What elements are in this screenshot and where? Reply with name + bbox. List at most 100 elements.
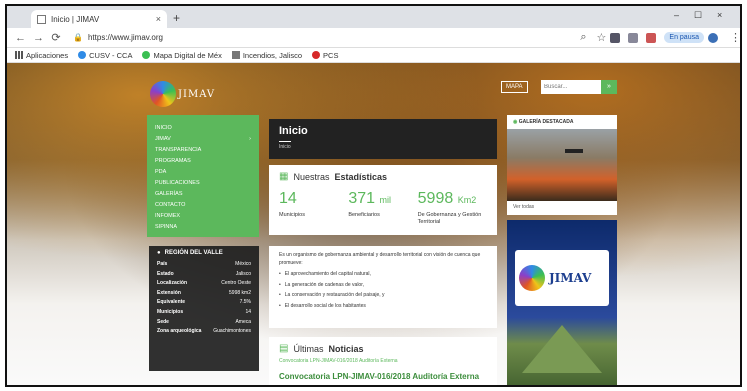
new-tab-button[interactable]: + (173, 11, 180, 25)
site-icon (142, 51, 151, 59)
maximize-icon[interactable]: ☐ (694, 10, 702, 21)
jimav-poster[interactable]: JIMAV (507, 220, 617, 385)
chevron-right-icon: › (249, 136, 251, 142)
browser-menu-icon[interactable]: ⋮ (730, 31, 740, 44)
region-key: Municipios (157, 308, 184, 315)
region-row: País México (157, 260, 251, 270)
logo-icon (519, 265, 545, 291)
region-value: Jalisco (235, 270, 251, 277)
bookmark-incendios[interactable]: Incendios, Jalisco (231, 51, 302, 60)
bookmarks-bar: Aplicaciones CUSV - CCA Mapa Digital de … (7, 48, 740, 63)
menu-item-inicio[interactable]: Inicio (147, 123, 259, 134)
page-icon (37, 14, 46, 24)
stat-value: 371 (348, 190, 376, 207)
browser-window: Inicio | JIMAV × + – ☐ × ← → ⟳ 🔒 https:/… (5, 4, 742, 387)
close-tab-icon[interactable]: × (156, 14, 161, 24)
zoom-icon[interactable]: ⌕ (578, 31, 588, 44)
region-key: Sede (157, 318, 169, 325)
main-menu: Inicio JIMAV › Transparencia Programas PD… (147, 115, 259, 237)
news-image-placeholder[interactable]: Convocatoria LPN-JIMAV-016/2018 Auditorí… (279, 358, 487, 364)
page-header: Inicio Inicio (269, 119, 497, 159)
region-row: Equivalente 7.5% (157, 298, 251, 308)
region-row: Municipios 14 (157, 308, 251, 318)
news-icon: ▤ (279, 343, 289, 354)
about-intro: Es un organismo de gobernanza ambiental … (279, 252, 481, 266)
menu-label: SIPINNA (155, 224, 178, 230)
region-key: Extensión (157, 289, 181, 296)
gallery-link[interactable]: Ver todas (507, 201, 617, 213)
bookmark-pcs[interactable]: PCS (312, 51, 338, 60)
back-icon[interactable]: ← (15, 32, 26, 44)
gallery-title: ◉ GALERÍA DESTACADA (507, 115, 617, 129)
bookmark-cusv[interactable]: CUSV - CCA (78, 51, 132, 60)
browser-tab[interactable]: Inicio | JIMAV × (31, 10, 167, 28)
menu-label: JIMAV (155, 136, 171, 142)
menu-item-pda[interactable]: PDA (147, 167, 259, 178)
close-window-icon[interactable]: × (717, 10, 722, 20)
helicopter-shape (565, 149, 583, 153)
news-title-prefix: Últimas (293, 343, 324, 354)
menu-item-sipinna[interactable]: SIPINNA (147, 222, 259, 233)
region-value: Ameca (235, 318, 251, 325)
menu-item-transparencia[interactable]: Transparencia (147, 145, 259, 156)
region-key: Zona arqueológica (157, 328, 202, 335)
lock-icon: 🔒 (73, 33, 83, 42)
stat-label: Beneficiarios (348, 212, 380, 218)
page-title: Inicio (279, 125, 308, 137)
menu-item-infomex[interactable]: Infomex (147, 211, 259, 222)
bookmark-star-icon[interactable]: ☆ (596, 31, 606, 44)
region-row: Extensión 5998 km2 (157, 289, 251, 299)
menu-item-galerias[interactable]: Galerías (147, 189, 259, 200)
menu-label: Publicaciones (155, 180, 200, 186)
reload-icon[interactable]: ⟳ (51, 31, 61, 44)
camera-icon: ◉ (513, 119, 518, 125)
stat-beneficiarios: 371 mil Beneficiarios (348, 190, 417, 226)
news-title: ▤ Últimas Noticias (279, 343, 487, 354)
region-row: Zona arqueológica Guachimontones (157, 327, 251, 337)
region-value: México (235, 261, 251, 267)
tab-strip: Inicio | JIMAV × + – ☐ × (7, 6, 740, 28)
url-field[interactable]: 🔒 https://www.jimav.org (73, 33, 570, 42)
menu-item-publicaciones[interactable]: Publicaciones (147, 178, 259, 189)
region-row: Estado Jalisco (157, 270, 251, 280)
menu-item-programas[interactable]: Programas (147, 156, 259, 167)
menu-item-contacto[interactable]: Contacto (147, 200, 259, 211)
region-title: ● REGIÓN DEL VALLE (157, 250, 251, 256)
minimize-icon[interactable]: – (674, 10, 679, 20)
bookmark-apps[interactable]: Aplicaciones (15, 51, 68, 60)
breadcrumb[interactable]: Inicio (279, 144, 487, 150)
menu-item-jimav[interactable]: JIMAV › (147, 134, 259, 145)
region-value: 5998 km2 (229, 289, 251, 296)
site-logo[interactable]: JIMAV (150, 81, 215, 107)
logo-text: JIMAV (178, 88, 216, 100)
web-page: JIMAV MAPA » Inicio JIMAV › Transparencia… (7, 63, 740, 385)
url-text: https://www.jimav.org (87, 33, 163, 42)
menu-label: Programas (155, 158, 191, 164)
profile-avatar[interactable] (708, 32, 718, 43)
stat-municipios: 14 Municipios (279, 190, 348, 226)
list-item: La generación de cadenas de valor, (279, 282, 487, 290)
extension-icon[interactable] (628, 32, 639, 43)
search-button[interactable]: » (601, 80, 617, 94)
bookmark-label: PCS (323, 50, 339, 60)
menu-label: PDA (155, 169, 167, 175)
gallery-title-text: GALERÍA DESTACADA (518, 119, 574, 125)
extension-icon[interactable] (646, 32, 657, 43)
extension-icon[interactable] (610, 32, 621, 43)
news-link[interactable]: Convocatoria LPN-JIMAV-016/2018 Auditorí… (279, 372, 487, 381)
location-pin-icon: ● (157, 250, 161, 256)
region-row: Sede Ameca (157, 318, 251, 328)
list-item: El aprovechamiento del capital natural, (279, 271, 487, 279)
sync-paused-badge[interactable]: En pausa (664, 32, 704, 43)
logo-icon (150, 81, 176, 107)
search-input[interactable] (541, 80, 601, 94)
bookmark-mapa[interactable]: Mapa Digital de Méx (142, 50, 222, 60)
wildfire-photo[interactable] (507, 129, 617, 201)
menu-label: Transparencia (155, 147, 202, 153)
apps-grid-icon (15, 51, 23, 59)
forward-icon[interactable]: → (33, 32, 44, 44)
map-button[interactable]: MAPA (501, 81, 528, 93)
site-icon (231, 51, 240, 59)
bookmark-label: Mapa Digital de Méx (153, 50, 222, 60)
stats-title: ▦ Nuestras Estadísticas (279, 171, 487, 182)
